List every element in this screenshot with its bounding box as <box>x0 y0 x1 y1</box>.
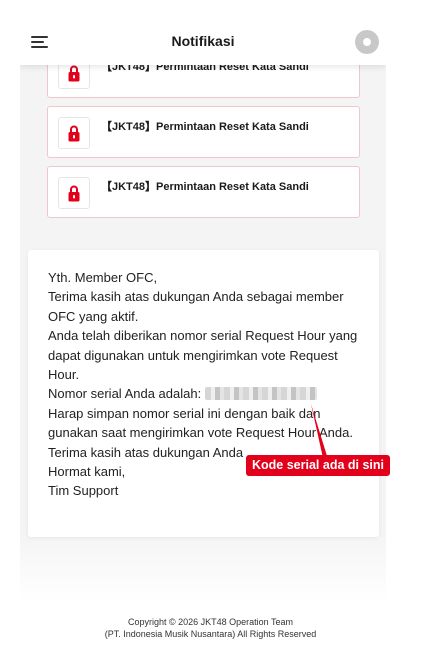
message-line: Anda telah diberikan nomor serial Reques… <box>48 328 358 383</box>
lock-icon <box>58 117 90 149</box>
message-card: Yth. Member OFC, Terima kasih atas dukun… <box>28 250 379 537</box>
notification-item[interactable]: 【JKT48】Permintaan Reset Kata Sandi <box>47 106 360 158</box>
bottom-fade <box>20 532 386 602</box>
notification-list: 【JKT48】Permintaan Reset Kata Sandi 【JKT4… <box>47 46 360 226</box>
copyright-text: Copyright © 2026 JKT48 Operation Team <box>127 617 294 627</box>
lock-icon <box>58 177 90 209</box>
notification-title: 【JKT48】Permintaan Reset Kata Sandi <box>101 181 309 193</box>
message-signature: Tim Support <box>48 483 119 499</box>
footer: Copyright © 2026 JKT48 Operation Team (P… <box>0 616 421 640</box>
message-line: Harap simpan nomor serial ini dengan bai… <box>48 405 353 441</box>
serial-number-redacted <box>204 387 317 401</box>
rights-text: (PT. Indonesia Musik Nusantara) All Righ… <box>104 629 317 639</box>
serial-number-line: Nomor serial Anda adalah: <box>48 384 366 403</box>
notification-screen: 【JKT48】Permintaan Reset Kata Sandi 【JKT4… <box>20 18 386 602</box>
serial-label: Nomor serial Anda adalah: <box>48 386 202 402</box>
message-greeting: Yth. Member OFC, <box>48 270 158 285</box>
notification-item[interactable]: 【JKT48】Permintaan Reset Kata Sandi <box>47 166 360 218</box>
user-avatar-icon[interactable] <box>355 30 379 54</box>
page-title: Notifikasi <box>171 33 235 49</box>
message-line: Terima kasih atas dukungan Anda sebagai … <box>48 289 344 324</box>
serial-callout-label: Kode serial ada di sini <box>246 455 390 476</box>
notification-title: 【JKT48】Permintaan Reset Kata Sandi <box>101 121 309 133</box>
top-app-bar: Notifikasi <box>20 18 386 65</box>
